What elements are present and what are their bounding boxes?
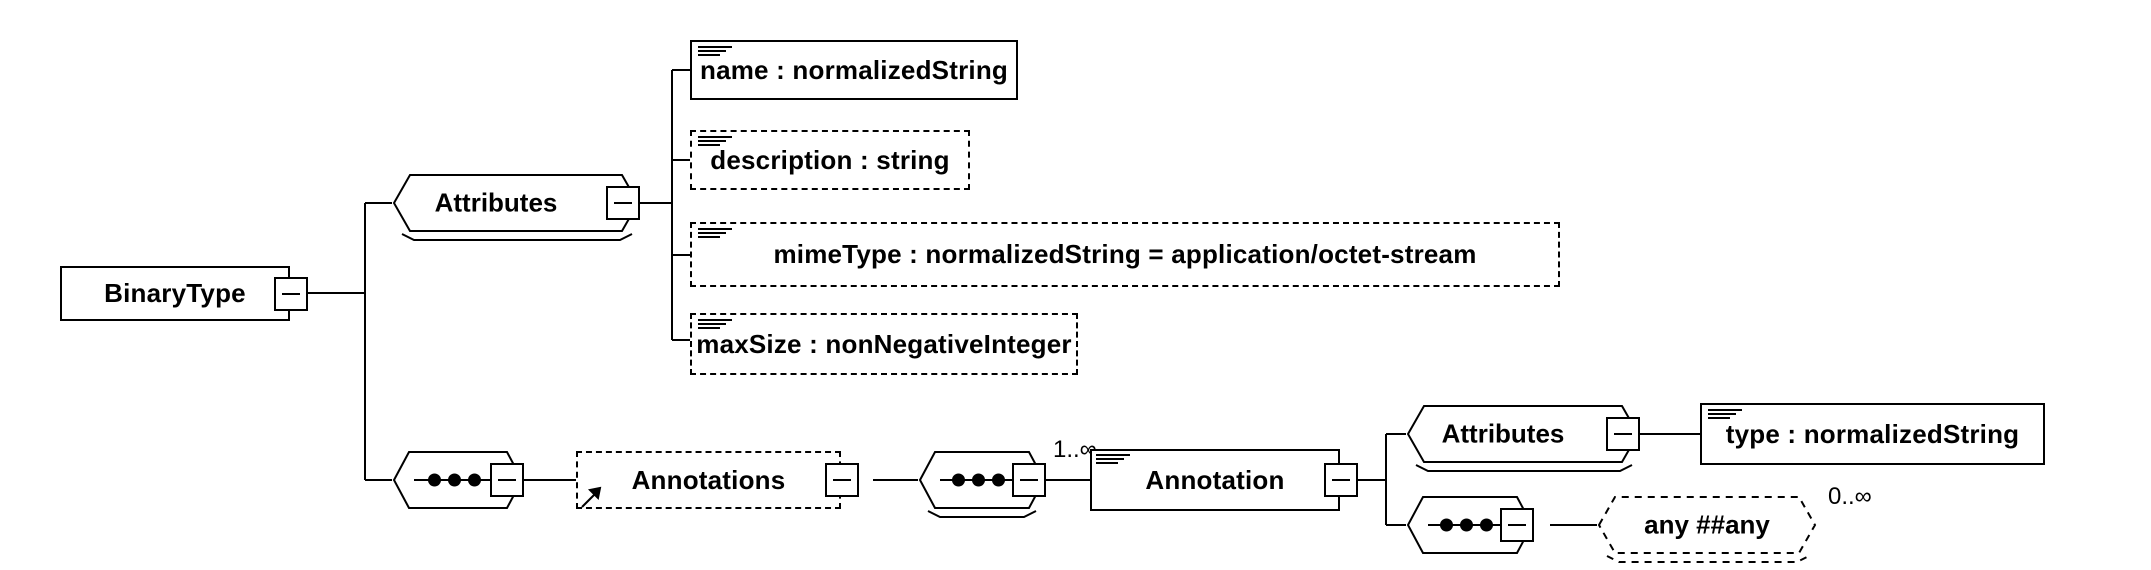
attributes-group-1-collapse-toggle[interactable] [606,186,640,220]
attributes-group-2-collapse-toggle[interactable] [1606,417,1640,451]
attribute-marker-icon [1708,409,1742,421]
attribute-box-maxsize[interactable]: maxSize : nonNegativeInteger [690,313,1078,375]
attribute-marker-icon [698,136,732,148]
element-binarytype[interactable]: BinaryType [60,266,290,321]
attribute-box-type-label: type : normalizedString [1725,418,2020,449]
sequence-dots-icon [1440,518,1493,532]
attribute-box-description-label: description : string [710,144,950,175]
attribute-marker-icon [1096,454,1130,466]
sequence-node-1-collapse-toggle[interactable] [490,463,524,497]
attribute-box-mimetype-label: mimeType : normalizedString = applicatio… [773,239,1477,269]
binarytype-collapse-toggle[interactable] [274,277,308,311]
element-annotations-ref-label: Annotations [631,464,786,495]
sequence-dots-icon [428,473,481,487]
annotation-collapse-toggle[interactable] [1324,463,1358,497]
attribute-marker-icon [698,319,732,331]
attribute-box-name[interactable]: name : normalizedString [690,40,1018,100]
sequence-node-2-collapse-toggle[interactable] [1012,463,1046,497]
attribute-box-name-label: name : normalizedString [700,54,1008,85]
attribute-marker-icon [698,228,732,240]
xsd-element-diagram: BinaryType Attributes name : normalizedS… [0,0,2151,570]
attribute-marker-icon [698,46,732,58]
sequence-dots-icon [952,473,1005,487]
attributes-group-1[interactable]: Attributes [392,172,640,241]
sequence-node-3-collapse-toggle[interactable] [1500,508,1534,542]
element-annotations-ref[interactable]: Annotations [576,451,841,509]
reference-arrow-icon [581,486,602,508]
cardinality-wildcard: 0..∞ [1828,483,1872,510]
attributes-group-2[interactable]: Attributes [1406,403,1640,472]
attribute-box-description[interactable]: description : string [690,130,970,190]
attribute-box-mimetype[interactable]: mimeType : normalizedString = applicatio… [690,222,1560,287]
element-annotation[interactable]: Annotation [1090,449,1340,511]
annotations-ref-collapse-toggle[interactable] [825,463,859,497]
attribute-box-type[interactable]: type : normalizedString [1700,403,2045,465]
wildcard-any[interactable]: any ##any [1597,494,1817,563]
element-annotation-label: Annotation [1145,464,1285,495]
attribute-box-maxsize-label: maxSize : nonNegativeInteger [696,328,1072,359]
element-binarytype-label: BinaryType [104,278,246,308]
